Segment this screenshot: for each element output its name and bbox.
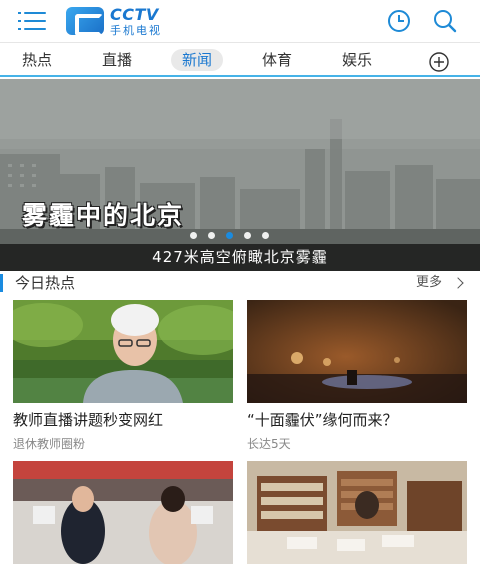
tab-news[interactable]: 新闻	[171, 49, 224, 71]
news-card[interactable]	[13, 461, 233, 566]
news-card-subtitle: 长达5天	[247, 437, 291, 451]
cctv-logo[interactable]: CCTV 手机电视	[66, 6, 162, 36]
tab-sports[interactable]: 体育	[262, 49, 292, 71]
carousel-dot[interactable]	[190, 232, 197, 239]
logo-text-cn: 手机电视	[110, 23, 162, 37]
section-header: 今日热点 更多	[0, 272, 480, 294]
news-card[interactable]: 教师直播讲题秒变网红 退休教师圈粉	[13, 300, 233, 452]
news-thumbnail	[13, 300, 233, 403]
news-thumbnail	[247, 461, 467, 564]
chevron-right-icon	[452, 277, 464, 289]
tab-live[interactable]: 直播	[102, 49, 132, 71]
carousel-dot-active[interactable]	[226, 232, 233, 239]
cctv-logo-mark	[66, 7, 104, 36]
hero-banner[interactable]: 雾霾中的北京 427米高空俯瞰北京雾霾	[0, 79, 480, 271]
news-thumbnail	[13, 461, 233, 564]
search-icon[interactable]	[432, 9, 458, 33]
history-clock-icon[interactable]	[386, 9, 412, 33]
more-link[interactable]: 更多	[416, 272, 464, 294]
carousel-dot[interactable]	[208, 232, 215, 239]
category-tabs: 热点 直播 新闻 体育 娱乐	[0, 42, 480, 77]
more-label: 更多	[416, 275, 443, 290]
news-card-title: “十面霾伏”缘何而来？	[247, 411, 398, 429]
carousel-dots	[190, 232, 269, 239]
news-thumbnail	[247, 300, 467, 403]
section-accent-bar	[0, 274, 3, 292]
top-bar: CCTV 手机电视	[0, 0, 480, 42]
carousel-dot[interactable]	[262, 232, 269, 239]
tab-entertainment[interactable]: 娱乐	[342, 49, 372, 71]
logo-text-en: CCTV	[110, 4, 159, 24]
carousel-dot[interactable]	[244, 232, 251, 239]
news-card-subtitle: 退休教师圈粉	[13, 437, 86, 451]
section-title: 今日热点	[15, 274, 76, 292]
tab-hot[interactable]: 热点	[22, 49, 52, 71]
news-card[interactable]: “十面霾伏”缘何而来？ 长达5天	[247, 300, 467, 452]
menu-icon[interactable]	[18, 10, 48, 32]
plus-circle-icon[interactable]	[428, 51, 450, 73]
news-card[interactable]	[247, 461, 467, 566]
hero-overlay-title: 雾霾中的北京	[22, 201, 185, 230]
hero-caption: 427米高空俯瞰北京雾霾	[0, 244, 480, 271]
smog-city-image	[0, 79, 480, 271]
news-card-title: 教师直播讲题秒变网红	[13, 411, 164, 429]
